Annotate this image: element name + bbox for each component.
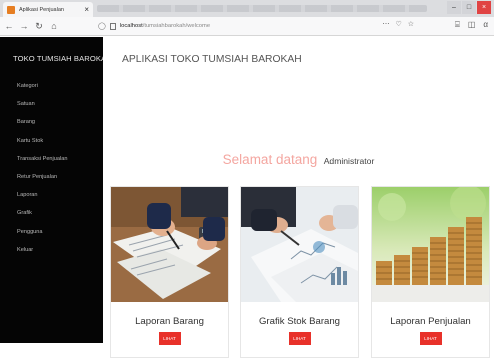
home-icon[interactable]: ⌂ — [48, 20, 60, 32]
lihat-grafik-stok-barang-button[interactable]: LIHAT — [288, 332, 311, 345]
lihat-laporan-penjualan-button[interactable]: LIHAT — [419, 332, 442, 345]
window-controls: – □ × — [447, 1, 491, 15]
back-arrow-icon[interactable]: ← — [3, 20, 15, 32]
url-host: localhost — [119, 23, 143, 29]
forward-arrow-icon[interactable]: → — [18, 20, 30, 32]
page-title: APLIKASI TOKO TUMSIAH BAROKAH — [122, 54, 302, 65]
reload-icon[interactable]: ↻ — [33, 20, 45, 32]
sidebar-item-kategori[interactable]: Kategori — [0, 77, 103, 95]
browser-tab-bar: Aplikasi Penjualan × – □ × — [0, 0, 494, 17]
tab-title: Aplikasi Penjualan — [19, 6, 64, 13]
tab-close-icon[interactable]: × — [84, 5, 89, 14]
sidebar-item-transaksi-penjualan[interactable]: Transaksi Penjualan — [0, 150, 103, 168]
more-actions-icon[interactable]: ⋯ — [382, 20, 389, 28]
sidebar-menu: Kategori Satuan Barang Kartu Stok Transa… — [0, 77, 103, 259]
sidebar-item-kartu-stok[interactable]: Kartu Stok — [0, 132, 103, 150]
shield-icon: ◯ — [98, 23, 106, 30]
lihat-laporan-barang-button[interactable]: LIHAT — [158, 332, 181, 345]
sidebar-brand[interactable]: TOKO TUMSIAH BAROKAH — [13, 54, 112, 63]
charts-illustration — [241, 187, 358, 302]
address-bar[interactable]: ◯ localhost/tumsiahbarokah/welcome ⋯ ♡ ☆ — [98, 19, 414, 33]
welcome-username: Administrator — [323, 156, 375, 166]
card-image-charts — [241, 187, 358, 302]
blurred-tab-strip — [97, 5, 427, 12]
minimize-button[interactable]: – — [447, 1, 461, 14]
page-info-icon[interactable] — [109, 22, 116, 30]
maximize-button[interactable]: □ — [462, 1, 476, 14]
card-image-coins — [372, 187, 489, 302]
url-actions: ⋯ ♡ ☆ — [382, 20, 414, 28]
sidebar-item-pengguna[interactable]: Pengguna — [0, 223, 103, 241]
pocket-icon[interactable]: ♡ — [395, 20, 401, 28]
extension-icon[interactable]: α — [483, 20, 488, 30]
url-text: localhost/tumsiahbarokah/welcome — [120, 23, 210, 29]
card-title: Laporan Penjualan — [390, 316, 471, 327]
card-laporan-barang: Laporan Barang LIHAT — [110, 186, 229, 358]
sidebar-item-barang[interactable]: Barang — [0, 113, 103, 131]
sidebar-item-satuan[interactable]: Satuan — [0, 95, 103, 113]
welcome-banner: Selamat datang Administrator — [103, 151, 494, 169]
browser-nav-bar: ← → ↻ ⌂ ◯ localhost/tumsiahbarokah/welco… — [0, 17, 494, 36]
sidebar-toggle-icon[interactable]: ◫ — [468, 20, 476, 30]
sidebar-item-laporan[interactable]: Laporan — [0, 186, 103, 204]
favicon-icon — [7, 5, 15, 14]
card-title: Grafik Stok Barang — [258, 316, 341, 327]
sidebar-item-keluar[interactable]: Keluar — [0, 241, 103, 259]
browser-tab[interactable]: Aplikasi Penjualan × — [3, 2, 93, 17]
card-grafik-stok-barang: Grafik Stok Barang LIHAT — [240, 186, 359, 358]
card-laporan-penjualan: Laporan Penjualan LIHAT — [371, 186, 490, 358]
url-path: /tumsiahbarokah/welcome — [142, 23, 211, 29]
documents-illustration — [111, 187, 228, 302]
welcome-greeting: Selamat datang — [222, 152, 318, 167]
card-image-documents — [111, 187, 228, 302]
sidebar-item-grafik[interactable]: Grafik — [0, 204, 103, 222]
card-title: Laporan Barang — [135, 316, 204, 327]
toolbar-right: ⌸ ◫ α — [455, 20, 488, 30]
bookmark-star-icon[interactable]: ☆ — [408, 20, 414, 28]
library-icon[interactable]: ⌸ — [455, 20, 460, 30]
main-content: APLIKASI TOKO TUMSIAH BAROKAH Selamat da… — [103, 37, 494, 358]
coins-illustration — [372, 187, 489, 302]
sidebar-item-retur-penjualan[interactable]: Retur Penjualan — [0, 168, 103, 186]
sidebar: TOKO TUMSIAH BAROKAH Kategori Satuan Bar… — [0, 37, 112, 343]
close-window-button[interactable]: × — [477, 1, 491, 14]
